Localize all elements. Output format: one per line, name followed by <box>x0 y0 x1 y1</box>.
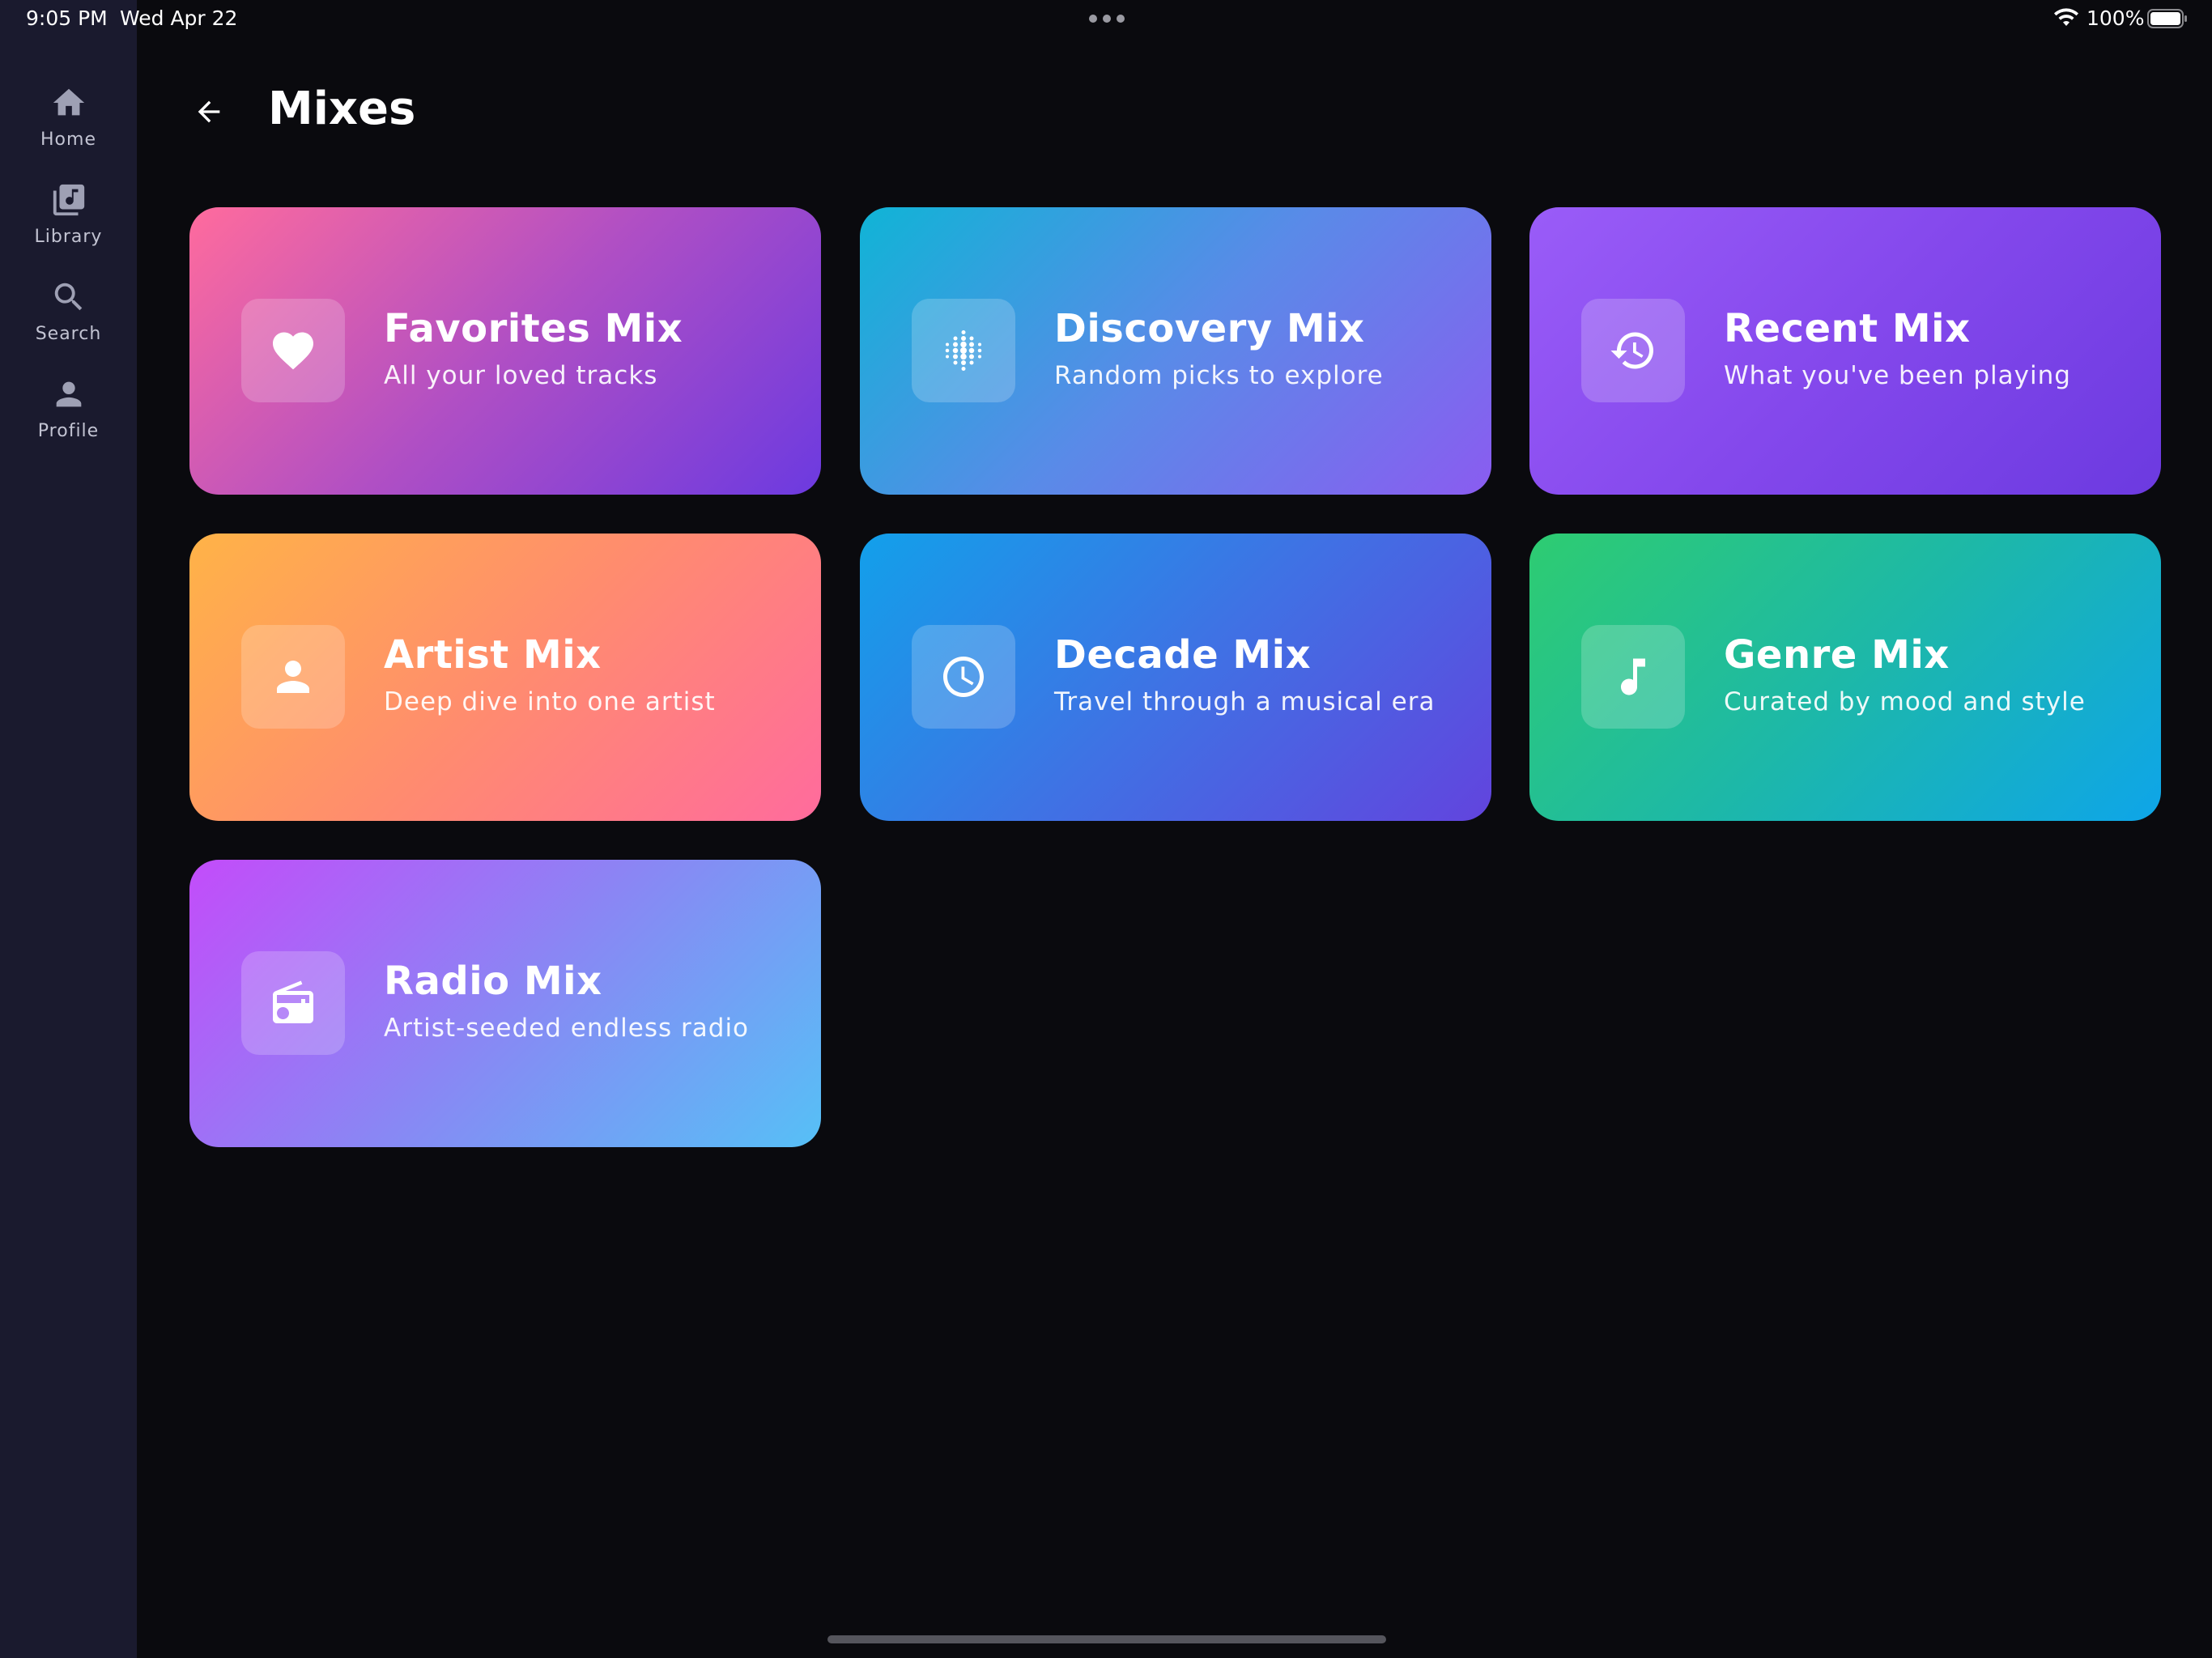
status-date: Wed Apr 22 <box>120 6 238 30</box>
radio-icon <box>241 951 345 1055</box>
sidebar: Home Library Search Profile <box>0 0 137 1658</box>
back-button[interactable] <box>188 91 230 133</box>
multitasking-dots-icon[interactable] <box>1089 15 1125 23</box>
mix-card-subtitle: Travel through a musical era <box>1054 687 1436 716</box>
mix-card-title: Favorites Mix <box>384 306 683 351</box>
home-indicator[interactable] <box>827 1635 1386 1643</box>
mix-card-genre[interactable]: Genre Mix Curated by mood and style <box>1529 534 2161 821</box>
mix-card-subtitle: All your loved tracks <box>384 361 658 390</box>
mix-card-discovery[interactable]: Discovery Mix Random picks to explore <box>860 207 1491 495</box>
mix-card-title: Genre Mix <box>1724 632 1950 678</box>
sidebar-item-home[interactable]: Home <box>0 84 137 173</box>
status-bar: 9:05 PM Wed Apr 22 100% <box>0 0 2212 40</box>
page-title: Mixes <box>268 83 416 135</box>
mix-card-subtitle: Deep dive into one artist <box>384 687 716 716</box>
music-note-icon <box>1581 625 1685 729</box>
battery-icon <box>2147 9 2187 28</box>
mix-card-subtitle: Artist-seeded endless radio <box>384 1014 750 1043</box>
arrow-back-icon <box>198 100 220 123</box>
mix-card-title: Artist Mix <box>384 632 602 678</box>
mix-card-subtitle: Curated by mood and style <box>1724 687 2086 716</box>
wifi-icon <box>2054 8 2078 26</box>
status-time: 9:05 PM <box>26 6 108 30</box>
mix-card-radio[interactable]: Radio Mix Artist-seeded endless radio <box>189 860 821 1147</box>
search-icon <box>50 278 87 316</box>
shuffle-dots-icon <box>912 299 1015 402</box>
sidebar-item-profile[interactable]: Profile <box>0 376 137 465</box>
mix-card-title: Recent Mix <box>1724 306 1971 351</box>
home-icon <box>50 84 87 121</box>
mix-card-title: Radio Mix <box>384 959 602 1004</box>
mix-card-subtitle: Random picks to explore <box>1054 361 1384 390</box>
history-icon <box>1581 299 1685 402</box>
mix-card-favorites[interactable]: Favorites Mix All your loved tracks <box>189 207 821 495</box>
sidebar-item-label: Profile <box>37 421 100 441</box>
sidebar-item-search[interactable]: Search <box>0 278 137 368</box>
sidebar-item-label: Library <box>34 227 103 247</box>
clock-icon <box>912 625 1015 729</box>
heart-icon <box>241 299 345 402</box>
mix-card-subtitle: What you've been playing <box>1724 361 2071 390</box>
person-icon <box>50 376 87 413</box>
mix-card-decade[interactable]: Decade Mix Travel through a musical era <box>860 534 1491 821</box>
person-icon <box>241 625 345 729</box>
battery-percentage: 100% <box>2087 6 2145 30</box>
mix-card-recent[interactable]: Recent Mix What you've been playing <box>1529 207 2161 495</box>
mix-card-title: Discovery Mix <box>1054 306 1365 351</box>
sidebar-item-label: Home <box>40 130 96 150</box>
sidebar-item-label: Search <box>35 324 102 344</box>
library-music-icon <box>50 181 87 219</box>
sidebar-item-library[interactable]: Library <box>0 181 137 270</box>
mix-card-artist[interactable]: Artist Mix Deep dive into one artist <box>189 534 821 821</box>
mix-card-title: Decade Mix <box>1054 632 1312 678</box>
